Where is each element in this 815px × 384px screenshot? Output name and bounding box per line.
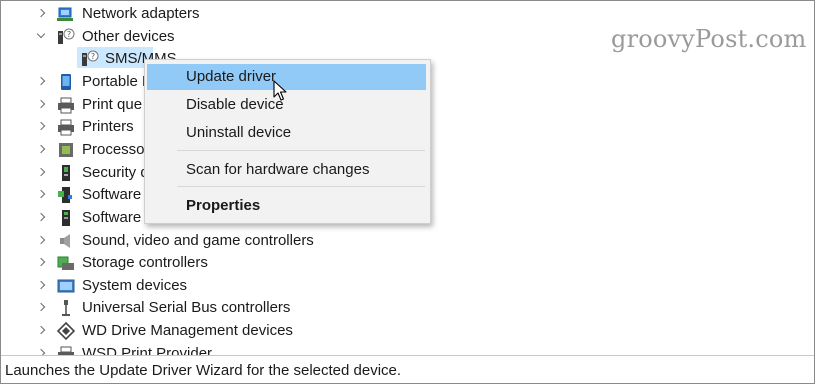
chevron-right-icon[interactable] — [35, 211, 49, 225]
tree-row-label: Universal Serial Bus controllers — [82, 299, 291, 317]
tree-row-label: WSD Print Provider — [82, 344, 213, 355]
processor-icon — [56, 141, 76, 159]
device-manager-window: Network adapters? Other devices? SMS/MMS Po… — [0, 0, 815, 384]
chevron-right-icon[interactable] — [35, 75, 49, 89]
tree-row-label: Software — [82, 208, 142, 226]
printer-icon — [56, 96, 76, 114]
tree-row-label: System devices — [82, 276, 188, 294]
unknown-device-icon: ? — [80, 50, 100, 68]
tree-row-label: Printers — [82, 118, 134, 136]
tree-row[interactable]: System devices — [1, 275, 814, 297]
portable-device-icon — [56, 73, 76, 91]
tree-row-label: Software — [82, 186, 142, 204]
tree-row[interactable]: WD Drive Management devices — [1, 320, 814, 342]
software-component-icon — [56, 186, 76, 204]
speaker-icon — [56, 232, 76, 250]
network-adapter-icon — [56, 5, 76, 23]
chevron-right-icon[interactable] — [35, 301, 49, 315]
menu-item-label: Scan for hardware changes — [186, 161, 370, 178]
menu-item-scan-hardware-changes[interactable]: Scan for hardware changes — [147, 157, 426, 183]
chevron-down-icon[interactable] — [35, 30, 49, 44]
chevron-right-icon[interactable] — [35, 256, 49, 270]
system-device-icon — [56, 277, 76, 295]
menu-item-label: Update driver — [186, 68, 277, 85]
menu-item-uninstall-device[interactable]: Uninstall device — [147, 120, 426, 146]
chevron-right-icon[interactable] — [35, 324, 49, 338]
menu-separator — [177, 150, 425, 151]
svg-text:?: ? — [67, 30, 71, 39]
security-device-icon — [56, 164, 76, 182]
tree-row[interactable]: Network adapters — [1, 3, 814, 25]
menu-separator — [177, 186, 425, 187]
tree-row-label: Network adapters — [82, 5, 200, 22]
tree-row[interactable]: WSD Print Provider — [1, 343, 814, 355]
tree-row-label: Storage controllers — [82, 254, 208, 272]
chevron-right-icon[interactable] — [35, 234, 49, 248]
mouse-cursor-icon — [273, 80, 287, 102]
menu-item-label: Properties — [186, 197, 261, 214]
watermark: groovyPost.com — [611, 25, 807, 53]
tree-row[interactable]: Storage controllers — [1, 252, 814, 274]
menu-item-label: Uninstall device — [186, 124, 292, 141]
menu-item-label: Disable device — [186, 96, 284, 113]
chevron-right-icon[interactable] — [35, 166, 49, 180]
tree-row-label: Portable D — [82, 72, 153, 90]
tree-row-label: Sound, video and game controllers — [82, 231, 314, 249]
usb-icon — [56, 299, 76, 317]
chevron-right-icon[interactable] — [35, 188, 49, 202]
tree-row-label: WD Drive Management devices — [82, 322, 293, 340]
tree-row-label: Security d — [82, 163, 149, 181]
tree-row-label: Print que — [82, 95, 143, 113]
chevron-right-icon[interactable] — [35, 120, 49, 134]
tree-row[interactable]: Sound, video and game controllers — [1, 230, 814, 252]
chevron-right-icon[interactable] — [35, 347, 49, 355]
status-bar-text: Launches the Update Driver Wizard for th… — [5, 362, 402, 379]
tree-row-label: Other devices — [82, 27, 175, 45]
printer-icon — [56, 345, 76, 355]
chevron-right-icon[interactable] — [35, 279, 49, 293]
tree-row-label: Processor — [82, 140, 150, 158]
wd-drive-icon — [56, 322, 76, 341]
status-bar: Launches the Update Driver Wizard for th… — [1, 355, 814, 383]
software-device-icon — [56, 209, 76, 227]
chevron-right-icon[interactable] — [35, 7, 49, 21]
chevron-right-icon[interactable] — [35, 143, 49, 157]
storage-controller-icon — [56, 254, 76, 272]
chevron-right-icon[interactable] — [35, 98, 49, 112]
printer-icon — [56, 118, 76, 136]
menu-item-properties[interactable]: Properties — [147, 193, 426, 219]
context-menu: Update driver Disable device Uninstall d… — [144, 59, 431, 224]
svg-text:?: ? — [91, 52, 95, 61]
tree-row[interactable]: Universal Serial Bus controllers — [1, 297, 814, 319]
unknown-device-icon: ? — [56, 28, 76, 46]
